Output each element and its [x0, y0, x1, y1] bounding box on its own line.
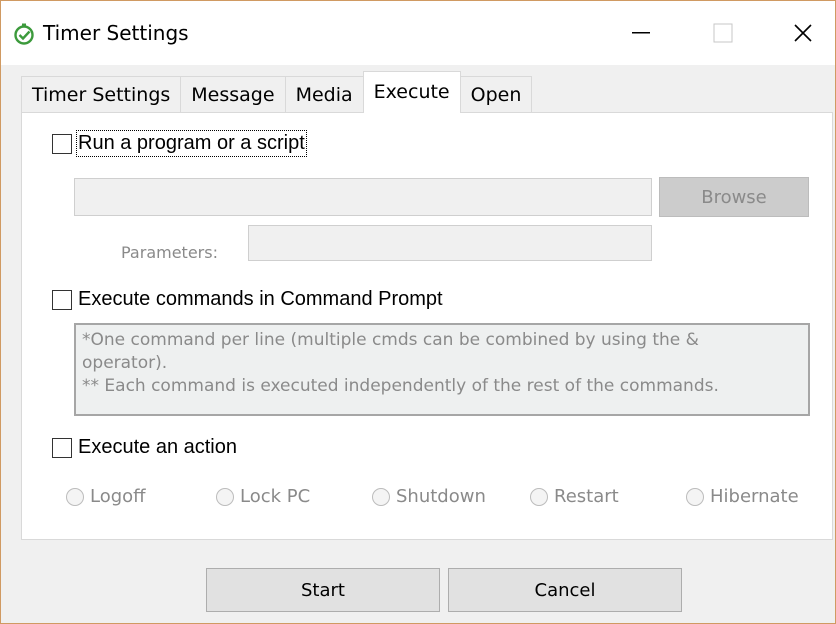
program-path-input[interactable]	[74, 178, 652, 216]
radio-restart[interactable]: Restart	[530, 486, 619, 507]
run-program-label: Run a program or a script	[76, 130, 307, 157]
command-hint-line-2: operator).	[82, 353, 168, 373]
dialog-content: Timer Settings Message Media Execute Ope…	[9, 65, 833, 540]
tab-execute[interactable]: Execute	[362, 71, 461, 113]
timer-check-icon	[14, 23, 34, 45]
radio-hibernate[interactable]: Hibernate	[686, 486, 799, 507]
radio-lock-pc[interactable]: Lock PC	[216, 486, 310, 507]
radio-circle-icon	[372, 487, 390, 506]
radio-restart-label: Restart	[554, 486, 619, 507]
radio-circle-icon	[216, 487, 234, 506]
radio-logoff[interactable]: Logoff	[66, 486, 146, 507]
cancel-button[interactable]: Cancel	[448, 568, 682, 612]
tab-media[interactable]: Media	[284, 76, 364, 113]
tab-open[interactable]: Open	[459, 76, 533, 113]
maximize-button[interactable]	[683, 1, 763, 65]
radio-shutdown-label: Shutdown	[396, 486, 486, 507]
radio-lock-pc-label: Lock PC	[240, 486, 311, 507]
radio-circle-icon	[686, 487, 704, 506]
minimize-icon	[632, 32, 650, 34]
command-textarea[interactable]: *One command per line (multiple cmds can…	[74, 323, 810, 416]
browse-button[interactable]: Browse	[659, 177, 809, 217]
action-checkbox[interactable]	[52, 437, 72, 458]
window-title: Timer Settings	[43, 21, 189, 45]
maximize-icon	[713, 23, 733, 43]
radio-circle-icon	[530, 487, 548, 506]
tab-timer-settings[interactable]: Timer Settings	[21, 76, 182, 113]
tab-message[interactable]: Message	[180, 76, 286, 113]
run-program-checkbox[interactable]	[52, 133, 72, 154]
execute-panel: Run a program or a script Browse Paramet…	[21, 112, 833, 540]
action-label: Execute an action	[78, 436, 237, 458]
command-hint-line-1: *One command per line (multiple cmds can…	[82, 330, 699, 350]
command-prompt-row[interactable]: Execute commands in Command Prompt	[52, 288, 443, 311]
radio-circle-icon	[66, 487, 84, 506]
radio-hibernate-label: Hibernate	[710, 486, 799, 507]
action-row[interactable]: Execute an action	[52, 436, 237, 459]
command-prompt-label: Execute commands in Command Prompt	[78, 288, 443, 310]
radio-shutdown[interactable]: Shutdown	[372, 486, 486, 507]
parameters-input[interactable]	[248, 225, 652, 261]
minimize-button[interactable]	[601, 1, 681, 65]
radio-logoff-label: Logoff	[90, 486, 146, 507]
parameters-label: Parameters:	[121, 243, 218, 262]
close-button[interactable]	[763, 1, 836, 65]
timer-settings-window: Timer Settings Timer Settings Message Me…	[0, 0, 836, 624]
title-bar: Timer Settings	[1, 1, 835, 65]
command-prompt-checkbox[interactable]	[52, 289, 72, 310]
command-hint-line-3: ** Each command is executed independentl…	[82, 376, 719, 396]
start-button[interactable]: Start	[206, 568, 440, 612]
close-icon	[794, 24, 812, 42]
run-program-row[interactable]: Run a program or a script	[52, 130, 307, 157]
tab-bar: Timer Settings Message Media Execute Ope…	[21, 71, 533, 113]
